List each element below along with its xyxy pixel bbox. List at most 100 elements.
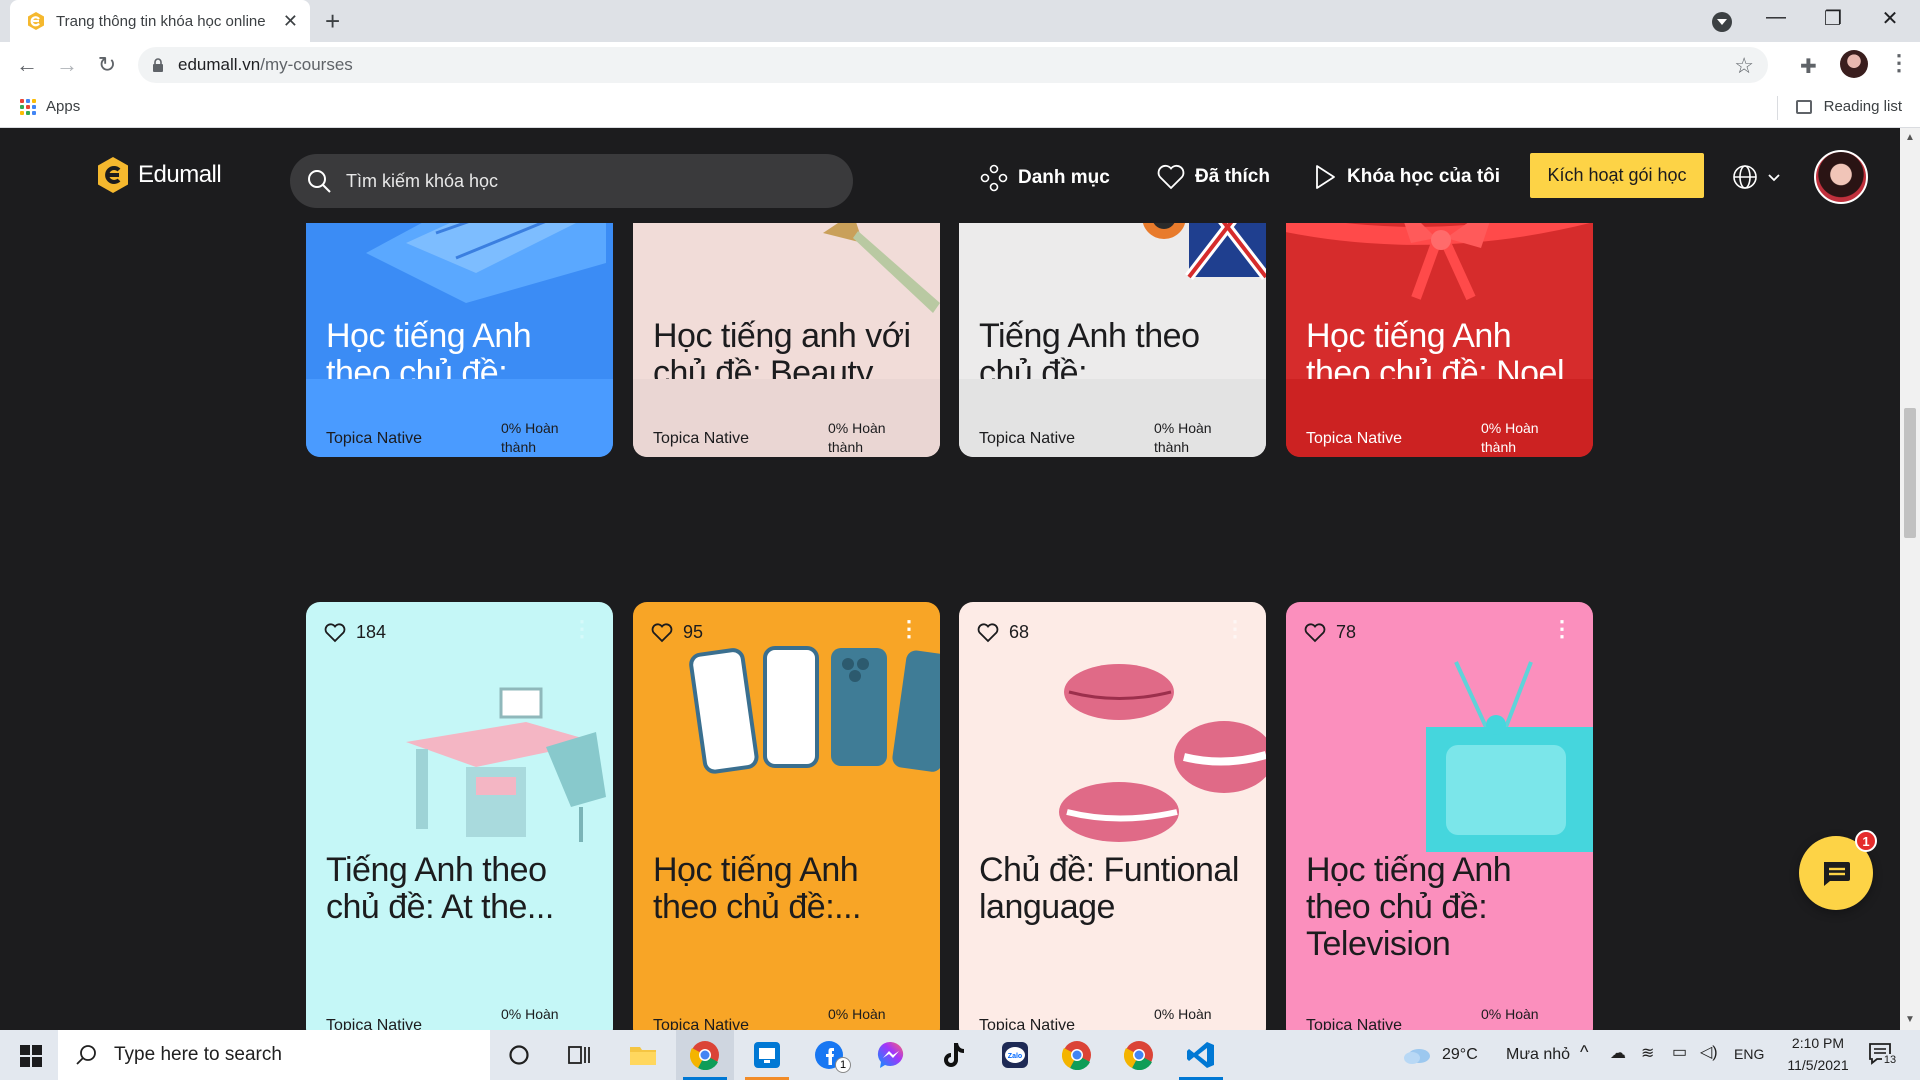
activate-package-button[interactable]: Kích hoạt gói học <box>1530 153 1704 198</box>
scroll-down-arrow-icon[interactable]: ▼ <box>1905 1014 1915 1025</box>
battery-icon[interactable]: ▭ <box>1672 1042 1687 1062</box>
like-count: 95 <box>683 622 704 642</box>
browser-tab-strip: Trang thông tin khóa học online ✕ + — ❐ … <box>0 0 1920 42</box>
remote-desktop-icon[interactable] <box>750 1038 784 1072</box>
course-card-functional-language[interactable]: 68 ⋮ Chủ đề: Funtional language Topica N… <box>959 602 1266 1030</box>
clock-date[interactable]: 11/5/2021 <box>1778 1057 1858 1073</box>
logo-text: Edumall <box>138 161 222 188</box>
language-selector[interactable] <box>1732 164 1782 190</box>
tray-chevron-up-icon[interactable]: ^ <box>1580 1042 1588 1063</box>
lock-icon <box>153 58 163 72</box>
more-options-icon[interactable]: ⋮ <box>1551 618 1573 640</box>
extensions-puzzle-icon[interactable]: ✚ <box>1800 54 1817 79</box>
windows-start-icon[interactable] <box>20 1045 42 1067</box>
tab-close-icon[interactable]: ✕ <box>283 11 298 32</box>
file-explorer-icon[interactable] <box>626 1038 660 1072</box>
more-options-icon[interactable]: ⋮ <box>571 618 593 640</box>
heart-icon <box>1157 164 1185 190</box>
search-icon <box>76 1045 96 1065</box>
minimize-icon[interactable]: — <box>1756 6 1796 29</box>
reading-list-button[interactable]: Reading list <box>1795 98 1902 115</box>
more-options-icon[interactable]: ⋮ <box>1224 618 1246 640</box>
facebook-badge: 1 <box>835 1057 851 1073</box>
vscode-icon[interactable] <box>1184 1038 1218 1072</box>
search-icon <box>308 170 331 193</box>
weather-desc[interactable]: Mưa nhỏ <box>1506 1046 1570 1064</box>
nav-categories[interactable]: Danh mục <box>980 164 1110 192</box>
close-window-icon[interactable]: ✕ <box>1870 6 1910 31</box>
chrome-taskbar-icon[interactable] <box>688 1038 722 1072</box>
reload-icon[interactable]: ↻ <box>94 52 120 78</box>
task-view-icon[interactable] <box>562 1038 596 1072</box>
course-author: Topica Native <box>979 430 1076 447</box>
course-card-phones[interactable]: 95 ⋮ Học tiếng Anh theo chủ đề:... Topic… <box>633 602 940 1030</box>
like-counter[interactable]: 78 <box>1304 622 1356 643</box>
course-card-television[interactable]: 78 ⋮ Học tiếng Anh theo chủ đề: Televisi… <box>1286 602 1593 1030</box>
svg-text:Zalo: Zalo <box>1008 1053 1022 1060</box>
course-card-noel[interactable]: Học tiếng Anh theo chủ đề: Noel Topica N… <box>1286 183 1593 457</box>
page-viewport: Edumall Danh mục Đã thích <box>0 128 1920 1030</box>
scrollbar-thumb[interactable] <box>1904 408 1916 538</box>
course-card-beauty[interactable]: Học tiếng anh với chủ đề: Beauty Topica … <box>633 183 940 457</box>
onedrive-icon[interactable]: ☁ <box>1610 1043 1626 1063</box>
course-progress: 0% Hoàn <box>501 1006 559 1022</box>
clock-time[interactable]: 2:10 PM <box>1786 1035 1850 1051</box>
bookmark-apps[interactable]: Apps <box>20 98 80 115</box>
heart-icon <box>977 622 999 642</box>
course-card-sleeping[interactable]: Học tiếng Anh theo chủ đề: Sleeping Topi… <box>306 183 613 457</box>
globe-icon <box>1733 165 1757 189</box>
input-language[interactable]: ENG <box>1734 1046 1764 1062</box>
page-scrollbar[interactable]: ▲ ▼ <box>1900 128 1920 1030</box>
course-progress: 0% Hoàn <box>828 1006 886 1022</box>
course-author: Topica Native <box>979 1017 1076 1030</box>
address-bar[interactable]: edumall.vn/my-courses ☆ <box>138 47 1768 83</box>
edumall-favicon-icon <box>28 12 44 30</box>
apps-label: Apps <box>46 98 81 115</box>
zalo-icon[interactable]: Zalo <box>998 1038 1032 1072</box>
bookmark-star-icon[interactable]: ☆ <box>1734 53 1754 79</box>
restore-icon[interactable]: ❐ <box>1813 6 1853 31</box>
new-tab-button[interactable]: + <box>325 8 340 34</box>
chrome-profile2-icon[interactable] <box>1060 1038 1094 1072</box>
tab-search-icon[interactable] <box>1712 12 1732 32</box>
chrome-menu-icon[interactable]: ⋮ <box>1888 50 1910 76</box>
more-options-icon[interactable]: ⋮ <box>898 618 920 640</box>
course-progress: 0% Hoàn <box>1154 1006 1212 1022</box>
taskbar-search-box[interactable]: Type here to search <box>58 1030 490 1080</box>
like-counter[interactable]: 184 <box>324 622 386 643</box>
play-icon <box>1316 165 1335 189</box>
nav-my-courses[interactable]: Khóa học của tôi <box>1313 164 1500 190</box>
edumall-logo[interactable]: Edumall <box>96 156 222 194</box>
nav-liked[interactable]: Đã thích <box>1157 164 1270 190</box>
course-author: Topica Native <box>326 430 423 447</box>
course-author: Topica Native <box>653 1017 750 1030</box>
course-title: Chủ đề: Funtional language <box>979 851 1239 926</box>
volume-icon[interactable]: ◁) <box>1700 1042 1718 1062</box>
weather-cloud-icon[interactable] <box>1403 1045 1431 1070</box>
course-search-input[interactable] <box>346 170 786 192</box>
course-author: Topica Native <box>1306 430 1403 447</box>
browser-tab-active[interactable]: Trang thông tin khóa học online ✕ <box>10 0 310 42</box>
chrome-profile-avatar[interactable] <box>1840 50 1868 78</box>
course-progress: 0% Hoàn thành <box>1481 420 1539 455</box>
scroll-up-arrow-icon[interactable]: ▲ <box>1905 132 1915 143</box>
course-search-bar[interactable] <box>290 154 853 208</box>
chrome-profile3-icon[interactable] <box>1122 1038 1156 1072</box>
back-icon[interactable]: ← <box>14 52 40 78</box>
like-counter[interactable]: 68 <box>977 622 1029 643</box>
tiktok-icon[interactable] <box>936 1038 970 1072</box>
user-avatar[interactable] <box>1814 150 1868 204</box>
weather-temp[interactable]: 29°C <box>1442 1046 1478 1064</box>
course-card-at-the[interactable]: 184 ⋮ Tiếng Anh theo chủ đề: At the... T… <box>306 602 613 1030</box>
course-card-learning[interactable]: Tiếng Anh theo chủ đề: Learning... Topic… <box>959 183 1266 457</box>
forward-icon[interactable]: → <box>54 52 80 78</box>
notification-count: 13 <box>1882 1054 1898 1068</box>
cortana-icon[interactable] <box>502 1038 536 1072</box>
like-counter[interactable]: 95 <box>651 622 703 643</box>
notification-center-icon[interactable]: 13 <box>1868 1042 1898 1068</box>
messenger-icon[interactable] <box>874 1038 908 1072</box>
course-title: Tiếng Anh theo chủ đề: At the... <box>326 851 554 926</box>
nav-my-courses-label: Khóa học của tôi <box>1347 166 1501 187</box>
wifi-icon[interactable]: ≋ <box>1641 1043 1654 1063</box>
chat-notification-badge: 1 <box>1855 830 1877 852</box>
